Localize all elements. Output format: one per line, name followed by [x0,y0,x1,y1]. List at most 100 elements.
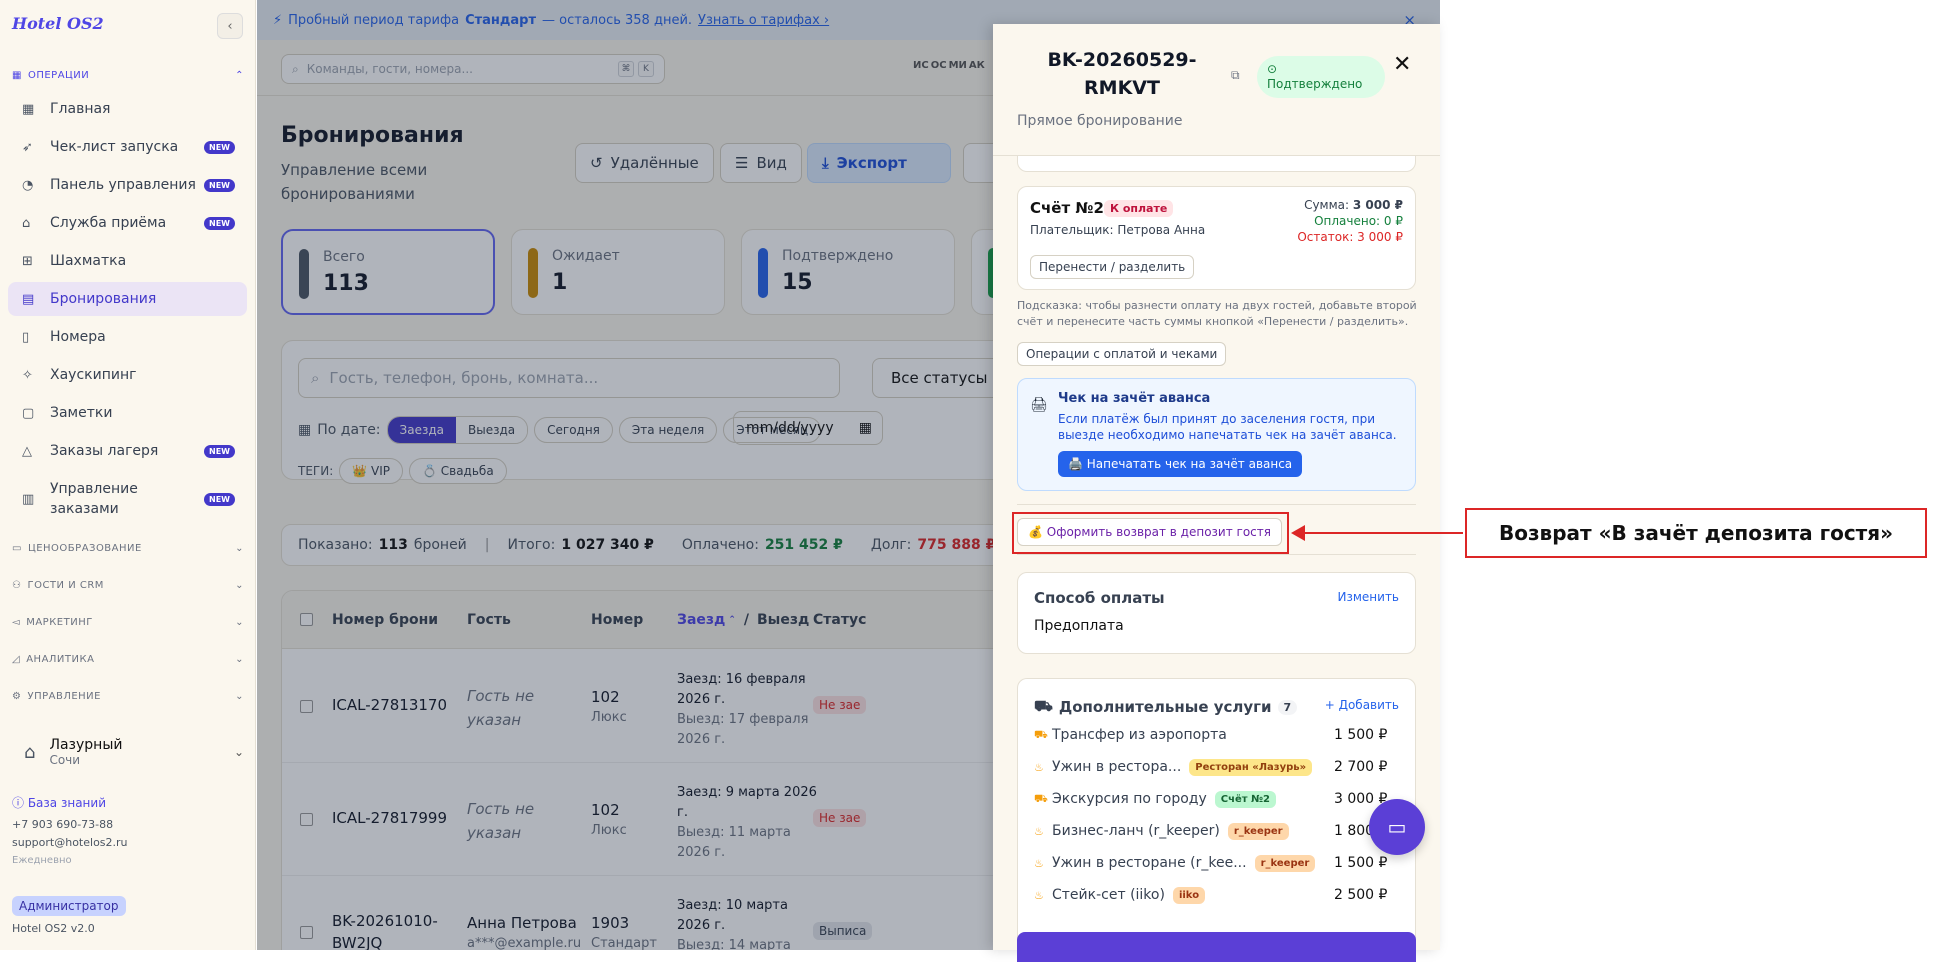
invoice-status-badge: К оплате [1104,200,1174,217]
printer-icon: 🖨 [1030,397,1048,413]
door-icon: ▯ [22,329,30,345]
chevron-down-icon: ⌄ [235,654,244,665]
drawer-header: BK-20260529-RMKVT ⧉ ⊙ Подтверждено ✕ Прям… [993,24,1440,156]
tent-icon: △ [22,443,32,459]
sidebar-item-rooms[interactable]: ▯ Номера [8,320,247,354]
grid-icon: ▦ [12,70,22,81]
service-row[interactable]: ♨ Стейк-сет (iiko) iiko 2 500 ₽ [1034,881,1409,909]
cart-icon: ⛟ [1034,791,1048,805]
sidebar-item-order-management[interactable]: ▥ Управление заказами NEW [8,476,247,522]
cart-icon: ⛟ [1034,697,1053,715]
chart-icon: ◿ [12,654,21,665]
dish-icon: ♨ [1034,760,1044,774]
service-price: 1 500 ₽ [1334,855,1388,871]
divider [1017,504,1416,505]
section-analytics[interactable]: ◿ АНАЛИТИКА ⌄ [12,654,244,665]
service-name: Трансфер из аэропорта [1052,727,1227,743]
status-badge: ⊙ Подтверждено [1257,56,1385,98]
service-row[interactable]: ♨ Ужин в ресторане (r_kee... r_keeper 1 500… [1034,849,1409,877]
sidebar-item-dashboard[interactable]: ◔ Панель управления NEW [8,168,247,202]
megaphone-icon: ◅ [12,617,21,628]
payment-method-card: Способ оплаты Изменить Предоплата [1017,572,1416,654]
service-name: Ужин в ресторане (r_kee... [1052,855,1247,871]
sidebar-collapse-button[interactable]: ‹ [217,13,243,39]
save-button[interactable] [1017,932,1416,962]
new-badge: NEW [204,216,235,230]
receipt-icon: ▥ [22,491,35,507]
print-advance-receipt-button[interactable]: 🖨️ Напечатать чек на зачёт аванса [1058,451,1303,477]
section-pricing[interactable]: ▭ ЦЕНООБРАЗОВАНИЕ ⌄ [12,543,244,554]
service-name: Стейк-сет (iiko) [1052,887,1165,903]
section-operations[interactable]: ▦ ОПЕРАЦИИ ⌃ [12,70,244,81]
cart-icon: ⛟ [1034,727,1048,741]
chevron-up-icon: ⌃ [235,70,244,81]
new-badge: NEW [204,492,235,506]
invoice-card: Счёт №2 К оплате Плательщик: Петрова Анн… [1017,186,1416,290]
close-icon[interactable]: ✕ [1393,52,1411,77]
knowledge-base-link[interactable]: ⓘ База знаний [12,794,106,811]
section-management[interactable]: ⚙ УПРАВЛЕНИЕ ⌄ [12,691,244,702]
users-icon: ⚇ [12,580,22,591]
service-tag: r_keeper [1254,854,1316,872]
section-guests-crm[interactable]: ⚇ ГОСТИ И CRM ⌄ [12,580,244,591]
support-email[interactable]: support@hotelos2.ru [12,836,128,849]
advance-receipt-card: 🖨 Чек на зачёт аванса Если платёж был пр… [1017,378,1416,491]
chat-button[interactable]: ▭ [1369,799,1425,855]
service-name: Бизнес-ланч (r_keeper) [1052,823,1220,839]
booking-source: Прямое бронирование [1017,113,1183,129]
copy-icon[interactable]: ⧉ [1231,68,1240,83]
annotation-line [1300,532,1463,534]
previous-card [1017,156,1416,172]
tag-icon: ▭ [12,543,22,554]
clipboard-icon: ▤ [22,291,35,307]
app-logo[interactable]: Hotel OS2 [12,14,104,33]
section-marketing[interactable]: ◅ МАРКЕТИНГ ⌄ [12,617,244,628]
building-icon: ⌂ [24,741,36,763]
booking-id: BK-20260529-RMKVT [1047,49,1197,99]
sidebar-item-frontdesk[interactable]: ⌂ Служба приёма NEW [8,206,247,240]
service-row[interactable]: ♨ Бизнес-ланч (r_keeper) r_keeper 1 800 [1034,817,1409,845]
check-circle-icon: ⊙ [1267,62,1278,76]
grid-icon: ▦ [22,101,35,117]
chevron-down-icon: ⌄ [235,543,244,554]
sidebar-item-home[interactable]: ▦ Главная [8,92,247,126]
service-row[interactable]: ⛟ Экскурсия по городу Счёт №2 3 000 ₽ [1034,785,1409,813]
service-name: Ужин в рестора... [1052,759,1182,775]
new-badge: NEW [204,178,235,192]
support-schedule: Ежедневно [12,855,72,866]
service-price: 2 500 ₽ [1334,887,1388,903]
hotel-selector[interactable]: ⌂ Лазурный Сочи ⌄ [12,727,244,777]
services-card: ⛟ Дополнительные услуги 7 + Добавить ⛟ Тран… [1017,678,1416,938]
dish-icon: ♨ [1034,824,1044,838]
service-price: 2 700 ₽ [1334,759,1388,775]
sidebar-item-checklist[interactable]: ➶ Чек-лист запуска NEW [8,130,247,164]
table-icon: ⊞ [22,253,33,269]
sidebar-item-chessboard[interactable]: ⊞ Шахматка [8,244,247,278]
service-row[interactable]: ⛟ Трансфер из аэропорта 1 500 ₽ [1034,721,1409,749]
chat-icon: ▭ [1387,815,1407,839]
service-name: Экскурсия по городу [1052,791,1207,807]
chevron-down-icon: ⌄ [235,617,244,628]
sidebar-item-camp-orders[interactable]: △ Заказы лагеря NEW [8,434,247,468]
bell-icon: ⌂ [22,215,31,231]
service-row[interactable]: ♨ Ужин в рестора... Ресторан «Лазурь» 2 700… [1034,753,1409,781]
annotation-highlight [1012,512,1289,554]
help-icon: ⓘ [12,796,28,810]
payment-operations-button[interactable]: Операции с оплатой и чеками [1017,342,1227,366]
support-phone: +7 903 690-73-88 [12,818,114,831]
chevron-left-icon: ‹ [227,18,233,34]
add-service-button[interactable]: + Добавить [1325,698,1399,712]
rocket-icon: ➶ [22,139,33,155]
dish-icon: ♨ [1034,856,1044,870]
sidebar-item-notes[interactable]: ▢ Заметки [8,396,247,430]
change-payment-link[interactable]: Изменить [1338,590,1400,604]
transfer-split-button[interactable]: Перенести / разделить [1030,255,1195,279]
sidebar-item-housekeeping[interactable]: ✧ Хаускипинг [8,358,247,392]
sidebar: Hotel OS2 ‹ ▦ ОПЕРАЦИИ ⌃ ▦ Главная ➶ Чек-лис… [0,0,256,950]
chevron-down-icon: ⌄ [235,691,244,702]
divider [1017,554,1416,555]
hint-text: Подсказка: чтобы разнести оплату на двух… [1017,299,1417,328]
note-icon: ▢ [22,405,35,421]
service-price: 1 500 ₽ [1334,727,1388,743]
sidebar-item-bookings[interactable]: ▤ Бронирования [8,282,247,316]
